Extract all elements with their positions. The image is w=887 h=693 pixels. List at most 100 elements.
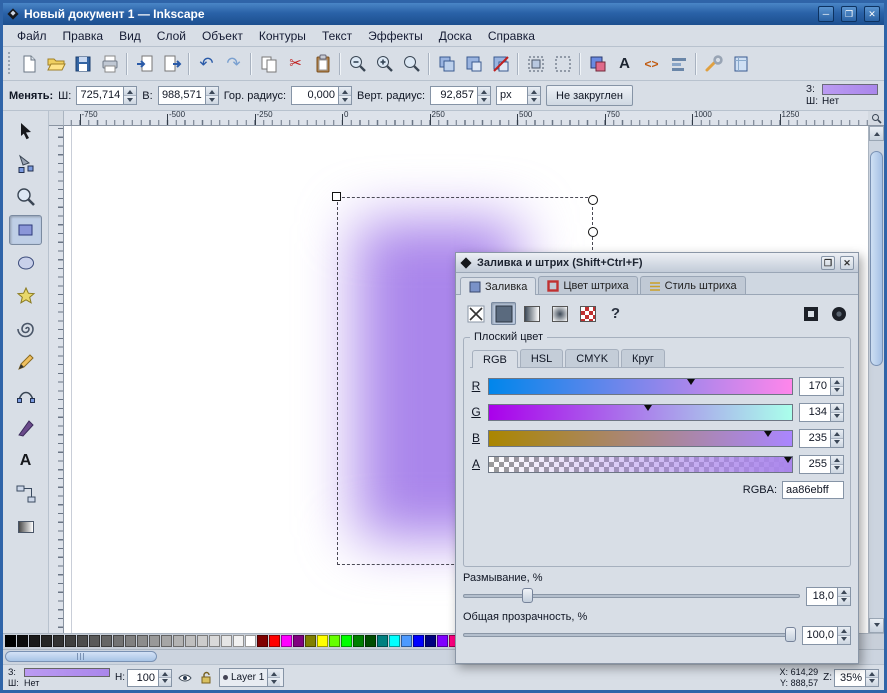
- opacity-slider-track[interactable]: [463, 633, 796, 637]
- master-opacity-slider[interactable]: [463, 627, 796, 643]
- dialog-shade-button[interactable]: ❐: [821, 256, 835, 270]
- tab-wheel[interactable]: Круг: [621, 349, 665, 367]
- spiral-tool-button[interactable]: [9, 314, 42, 344]
- menu-view[interactable]: Вид: [111, 27, 149, 45]
- rx-spinbox[interactable]: 0,000: [291, 86, 352, 105]
- fill-rule-evenodd-button[interactable]: [798, 302, 823, 325]
- node-editor-tool-button[interactable]: [9, 149, 42, 179]
- palette-swatch[interactable]: [113, 635, 124, 647]
- blue-value[interactable]: 235: [800, 430, 830, 447]
- palette-swatch[interactable]: [305, 635, 316, 647]
- select-all-button[interactable]: [522, 50, 549, 77]
- scroll-down-button[interactable]: [869, 618, 884, 633]
- tab-rgb[interactable]: RGB: [472, 350, 518, 368]
- alpha-spinbox[interactable]: 255: [799, 455, 844, 474]
- palette-swatch[interactable]: [89, 635, 100, 647]
- style-fill-swatch[interactable]: [822, 84, 878, 95]
- import-button[interactable]: [131, 50, 158, 77]
- menu-object[interactable]: Объект: [194, 27, 251, 45]
- resize-handle[interactable]: [332, 192, 341, 201]
- layer-selector[interactable]: Layer 1: [219, 668, 284, 687]
- height-spin-arrows[interactable]: [205, 87, 218, 104]
- text-tool-button[interactable]: A: [9, 446, 42, 476]
- tab-stroke-style[interactable]: Стиль штриха: [640, 276, 746, 294]
- alpha-spin-arrows[interactable]: [830, 456, 843, 473]
- opacity-slider-thumb[interactable]: [785, 627, 796, 642]
- align-dialog-button[interactable]: [665, 50, 692, 77]
- fill-stroke-dialog-button[interactable]: [584, 50, 611, 77]
- document-properties-button[interactable]: [727, 50, 754, 77]
- palette-swatch[interactable]: [317, 635, 328, 647]
- pattern-button[interactable]: [575, 302, 600, 325]
- xml-editor-button[interactable]: <>: [638, 50, 665, 77]
- red-slider-marker[interactable]: [687, 379, 695, 385]
- paste-button[interactable]: [309, 50, 336, 77]
- palette-swatch[interactable]: [245, 635, 256, 647]
- fill-stroke-indicator[interactable]: З: Ш: Нет: [8, 667, 110, 689]
- ellipse-tool-button[interactable]: [9, 248, 42, 278]
- green-value[interactable]: 134: [800, 404, 830, 421]
- redo-button[interactable]: ↷: [220, 50, 247, 77]
- text-dialog-button[interactable]: A: [611, 50, 638, 77]
- palette-swatch[interactable]: [173, 635, 184, 647]
- pencil-tool-button[interactable]: [9, 347, 42, 377]
- width-spinbox[interactable]: 725,714: [76, 86, 137, 105]
- red-channel-slider[interactable]: [488, 378, 793, 395]
- no-paint-button[interactable]: [463, 302, 488, 325]
- statusbar-fill-swatch[interactable]: [24, 668, 110, 677]
- palette-swatch[interactable]: [161, 635, 172, 647]
- new-document-button[interactable]: [15, 50, 42, 77]
- blue-spin-arrows[interactable]: [830, 430, 843, 447]
- palette-swatch[interactable]: [221, 635, 232, 647]
- scroll-up-button[interactable]: [869, 126, 884, 141]
- palette-swatch[interactable]: [29, 635, 40, 647]
- green-spin-arrows[interactable]: [830, 404, 843, 421]
- alpha-value[interactable]: 255: [800, 456, 830, 473]
- dialog-titlebar[interactable]: Заливка и штрих (Shift+Ctrl+F) ❐ ✕: [456, 253, 858, 273]
- preferences-button[interactable]: [700, 50, 727, 77]
- tab-cmyk[interactable]: CMYK: [565, 349, 619, 367]
- vertical-ruler[interactable]: [49, 126, 64, 633]
- vertical-scrollbar[interactable]: [868, 126, 884, 633]
- dialog-close-button[interactable]: ✕: [840, 256, 854, 270]
- horizontal-ruler[interactable]: -750-500-250025050075010001250: [64, 111, 868, 126]
- palette-swatch[interactable]: [185, 635, 196, 647]
- print-button[interactable]: [96, 50, 123, 77]
- unknown-paint-button[interactable]: ?: [603, 302, 628, 325]
- master-opacity-spin-arrows[interactable]: [837, 627, 850, 644]
- layer-lock-icon[interactable]: [198, 670, 214, 686]
- copy-button[interactable]: [255, 50, 282, 77]
- radius-handle-top[interactable]: [588, 195, 598, 205]
- blur-slider[interactable]: [463, 588, 800, 604]
- maximize-button[interactable]: ❐: [841, 6, 857, 22]
- palette-swatch[interactable]: [377, 635, 388, 647]
- zoom-in-button[interactable]: [371, 50, 398, 77]
- cut-button[interactable]: ✂: [282, 50, 309, 77]
- blue-channel-slider[interactable]: [488, 430, 793, 447]
- vertical-scroll-track[interactable]: [869, 141, 884, 618]
- ry-spin-arrows[interactable]: [477, 87, 490, 104]
- menu-layer[interactable]: Слой: [149, 27, 194, 45]
- palette-swatch[interactable]: [125, 635, 136, 647]
- palette-swatch[interactable]: [365, 635, 376, 647]
- palette-swatch[interactable]: [257, 635, 268, 647]
- palette-swatch[interactable]: [5, 635, 16, 647]
- palette-swatch[interactable]: [401, 635, 412, 647]
- zoom-value[interactable]: 35%: [835, 670, 865, 686]
- menu-help[interactable]: Справка: [480, 27, 543, 45]
- green-slider-marker[interactable]: [644, 405, 652, 411]
- tab-stroke-color[interactable]: Цвет штриха: [538, 276, 637, 294]
- menu-whiteboard[interactable]: Доска: [431, 27, 480, 45]
- blur-slider-thumb[interactable]: [522, 588, 533, 603]
- palette-swatch[interactable]: [425, 635, 436, 647]
- palette-swatch[interactable]: [149, 635, 160, 647]
- flat-color-button[interactable]: [491, 302, 516, 325]
- unit-combo[interactable]: px: [496, 86, 541, 105]
- width-value[interactable]: 725,714: [77, 87, 123, 104]
- vertical-scroll-thumb[interactable]: [870, 151, 883, 366]
- zoom-out-button[interactable]: [344, 50, 371, 77]
- red-spinbox[interactable]: 170: [799, 377, 844, 396]
- blue-spinbox[interactable]: 235: [799, 429, 844, 448]
- linear-gradient-button[interactable]: [519, 302, 544, 325]
- menu-effects[interactable]: Эффекты: [360, 27, 431, 45]
